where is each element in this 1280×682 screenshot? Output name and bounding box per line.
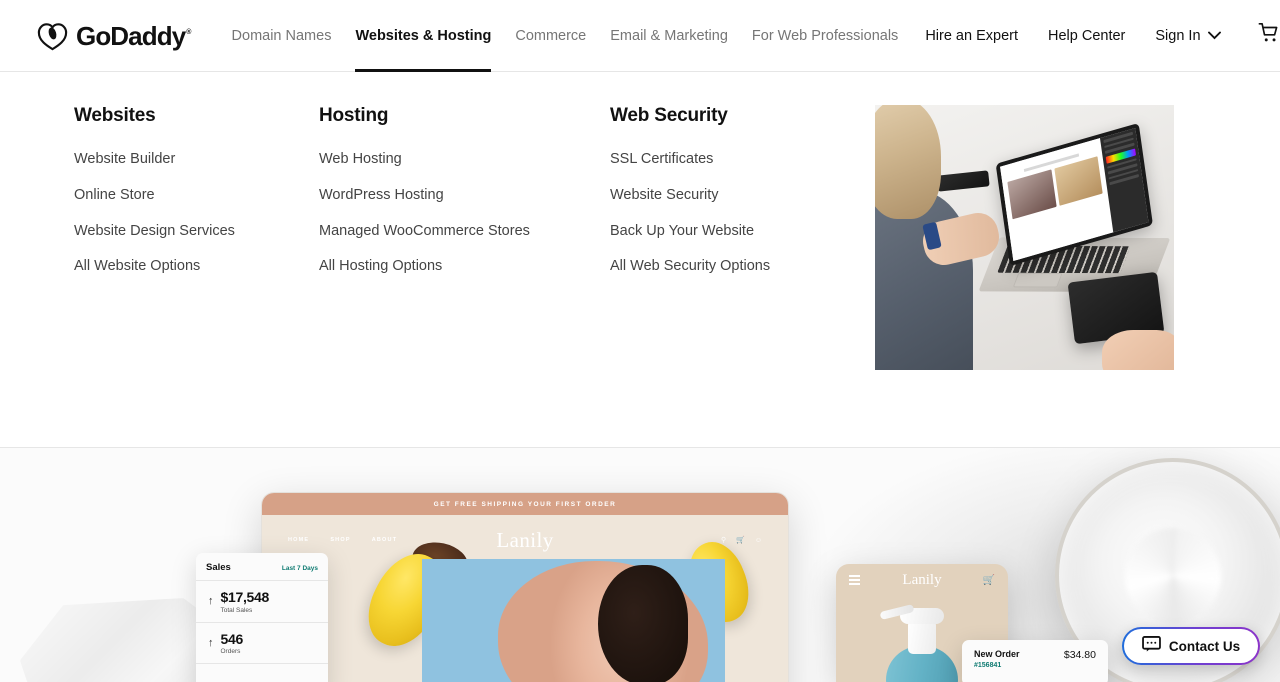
search-icon[interactable]: ⚲ [721, 536, 726, 544]
chat-bubble-icon [1141, 635, 1161, 657]
nav-email-marketing[interactable]: Email & Marketing [598, 0, 740, 72]
mega-column-title: Websites [74, 105, 156, 126]
woman-working-on-laptop-photo [875, 105, 1174, 370]
up-arrow-icon: ↑ [208, 637, 214, 650]
site-brand-lanily: Lanily [496, 527, 554, 552]
link-back-up-your-website[interactable]: Back Up Your Website [610, 221, 875, 243]
godaddy-logo[interactable]: GoDaddy [36, 19, 190, 52]
sales-card-date-range[interactable]: Last 7 Days [282, 565, 318, 572]
new-order-notification-card: New Order #156841 $34.80 [962, 640, 1108, 682]
link-managed-woocommerce-stores[interactable]: Managed WooCommerce Stores [319, 221, 610, 243]
mega-column-title: Hosting [319, 105, 389, 126]
site-announcement-bar: GET FREE SHIPPING YOUR FIRST ORDER [262, 493, 788, 515]
mega-column-title: Web Security [610, 105, 728, 126]
sales-card-title: Sales [206, 562, 231, 573]
mega-column-websites: Websites Website Builder Online Store We… [74, 105, 319, 292]
orders-value: 546 [220, 630, 244, 647]
logo-wordmark: GoDaddy [76, 23, 190, 49]
link-website-builder[interactable]: Website Builder [74, 149, 319, 171]
sign-in-menu[interactable]: Sign In [1140, 0, 1235, 72]
announcement-text: GET FREE SHIPPING YOUR FIRST ORDER [433, 500, 617, 508]
nav-hire-an-expert[interactable]: Hire an Expert [910, 0, 1033, 72]
link-website-design-services[interactable]: Website Design Services [74, 221, 319, 243]
cart-button[interactable] [1236, 0, 1280, 72]
mega-menu-columns: Websites Website Builder Online Store We… [0, 105, 875, 292]
site-hero-body: HOME SHOP ABOUT Lanily ⚲ 🛒 ☺ [262, 515, 788, 682]
link-website-security[interactable]: Website Security [610, 185, 875, 207]
hamburger-menu-icon[interactable] [849, 575, 860, 585]
cart-icon[interactable]: 🛒 [736, 536, 745, 544]
link-all-hosting-options[interactable]: All Hosting Options [319, 256, 610, 278]
sign-in-label: Sign In [1155, 27, 1201, 44]
account-icon[interactable]: ☺ [755, 537, 762, 544]
expert-promo-image[interactable] [875, 105, 1174, 370]
link-all-web-security-options[interactable]: All Web Security Options [610, 256, 875, 278]
laptop-trackpad [1012, 272, 1063, 288]
orders-label: Orders [220, 648, 241, 656]
nav-websites-hosting[interactable]: Websites & Hosting [343, 0, 503, 72]
new-order-title: New Order [974, 649, 1020, 659]
nav-for-web-professionals[interactable]: For Web Professionals [740, 0, 910, 72]
new-order-id: #156841 [974, 662, 1002, 669]
site-nav-home[interactable]: HOME [288, 537, 309, 543]
woman-figure [875, 105, 1003, 370]
laptop-website-mockup: GET FREE SHIPPING YOUR FIRST ORDER HOME … [261, 492, 789, 682]
mega-column-hosting: Hosting Web Hosting WordPress Hosting Ma… [319, 105, 610, 292]
link-web-hosting[interactable]: Web Hosting [319, 149, 610, 171]
phone-brand-lanily: Lanily [902, 571, 942, 588]
total-sales-label: Total Sales [220, 606, 253, 614]
sales-metric-row: ↑ $17,548 Total Sales [206, 581, 318, 622]
page-root: GoDaddy Domain Names Websites & Hosting … [0, 0, 1280, 682]
primary-navigation: Domain Names Websites & Hosting Commerce… [220, 0, 911, 72]
second-hand [1102, 330, 1174, 370]
godaddy-guy-logo-icon [36, 19, 69, 52]
secondary-navigation: Hire an Expert Help Center Sign In [910, 0, 1280, 72]
link-all-website-options[interactable]: All Website Options [74, 256, 319, 278]
shopping-cart-icon [1258, 22, 1280, 49]
link-wordpress-hosting[interactable]: WordPress Hosting [319, 185, 610, 207]
up-arrow-icon: ↑ [208, 595, 214, 608]
link-ssl-certificates[interactable]: SSL Certificates [610, 149, 875, 171]
chevron-down-icon [1207, 31, 1221, 40]
site-nav-shop[interactable]: SHOP [330, 537, 350, 543]
nav-help-center[interactable]: Help Center [1033, 0, 1140, 72]
websites-hosting-mega-menu: Websites Website Builder Online Store We… [0, 72, 1280, 448]
contact-us-label: Contact Us [1168, 638, 1241, 654]
new-order-amount: $34.80 [1063, 649, 1096, 661]
blue-soap-dispenser-bottle [879, 602, 964, 682]
nav-domain-names[interactable]: Domain Names [220, 0, 344, 72]
sales-metric-row: ↑ 546 Orders [206, 623, 318, 664]
site-hero-photo [422, 559, 725, 682]
site-nav-about[interactable]: ABOUT [372, 537, 398, 543]
cream-swirl [1113, 516, 1232, 635]
total-sales-value: $17,548 [220, 589, 270, 605]
link-online-store[interactable]: Online Store [74, 185, 319, 207]
contact-us-button[interactable]: Contact Us [1122, 627, 1260, 665]
hero-section: GET FREE SHIPPING YOUR FIRST ORDER HOME … [0, 448, 1280, 682]
cart-icon[interactable]: 🛒 [983, 575, 995, 586]
phone-navbar: Lanily 🛒 [836, 564, 1008, 596]
site-header: GoDaddy Domain Names Websites & Hosting … [0, 0, 1280, 72]
mega-column-web-security: Web Security SSL Certificates Website Se… [610, 105, 875, 292]
sales-dashboard-card: Sales Last 7 Days ↑ $17,548 Total Sales … [196, 553, 328, 682]
nav-commerce[interactable]: Commerce [503, 0, 598, 72]
